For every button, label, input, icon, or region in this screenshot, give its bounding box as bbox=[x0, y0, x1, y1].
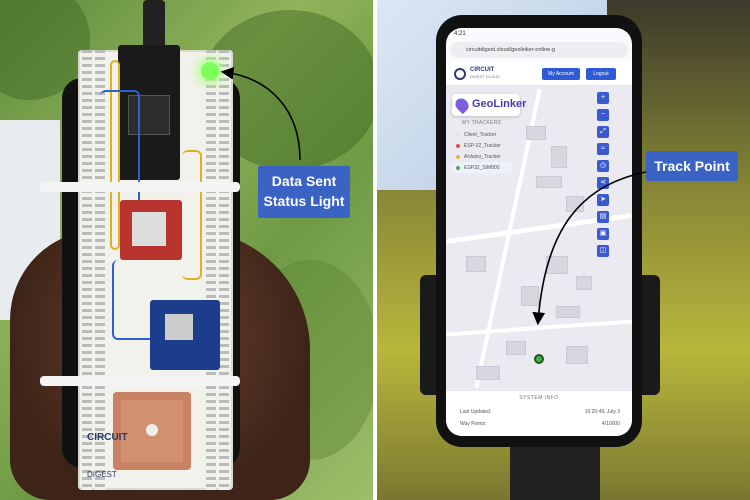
board-logo-title: CIRCUIT bbox=[87, 432, 128, 443]
map-building bbox=[526, 126, 546, 140]
tracker-name: ESP-32_Tracker bbox=[464, 142, 501, 149]
brand-name: CIRCUIT bbox=[470, 67, 495, 73]
tracker-name: Client_Tracker bbox=[464, 131, 497, 138]
phone-stand bbox=[510, 440, 600, 500]
tracker-list: MY TRACKERS Client_Tracker ESP-32_Tracke… bbox=[452, 120, 512, 173]
map-building bbox=[566, 346, 588, 364]
map-building bbox=[536, 176, 562, 188]
zoom-in-icon[interactable]: + bbox=[597, 92, 609, 104]
track-point-marker[interactable] bbox=[534, 354, 544, 364]
breadboard-rail bbox=[206, 50, 216, 490]
map-building bbox=[466, 256, 486, 272]
tracker-item[interactable]: Client_Tracker bbox=[452, 129, 512, 140]
last-updated-value: 16:20:49, July 3 bbox=[584, 409, 620, 415]
map-building bbox=[546, 256, 568, 274]
brand-subtitle: DIGEST CLOUD bbox=[470, 74, 500, 79]
rubber-strap bbox=[40, 182, 240, 192]
map-building bbox=[521, 286, 539, 306]
track-point-callout: Track Point bbox=[646, 151, 738, 181]
way-points-value: 4/10000 bbox=[601, 421, 620, 427]
tracker-color-dot bbox=[456, 132, 460, 137]
history-icon[interactable]: ◷ bbox=[597, 160, 609, 172]
map-road bbox=[446, 319, 632, 337]
url-text: circuitdigest.cloud/geolinker-online-g bbox=[466, 47, 555, 53]
trackers-heading: MY TRACKERS bbox=[462, 120, 502, 126]
tracker-item[interactable]: ESP-32_Tracker bbox=[452, 140, 512, 151]
way-points-row: Way Points: 4/10000 bbox=[460, 421, 620, 427]
layers-icon[interactable]: ▤ bbox=[597, 211, 609, 223]
tracker-color-dot bbox=[456, 143, 460, 148]
geolinker-card: GeoLinker bbox=[452, 94, 526, 116]
breadboard-rail bbox=[82, 50, 92, 490]
last-updated-label: Last Updated: bbox=[460, 409, 492, 415]
image-icon[interactable]: ▣ bbox=[597, 228, 609, 240]
last-updated-row: Last Updated: 16:20:49, July 3 bbox=[460, 409, 620, 415]
sim800-chip bbox=[132, 212, 166, 246]
status-time: 4:21 bbox=[454, 31, 466, 37]
location-pin-icon bbox=[452, 95, 472, 115]
my-account-button[interactable]: My Account bbox=[542, 68, 580, 80]
tracker-name: Arduino_Tracker bbox=[464, 153, 501, 160]
map-building bbox=[476, 366, 500, 380]
fullscreen-icon[interactable]: ⤢ bbox=[597, 126, 609, 138]
share-icon[interactable]: ⋖ bbox=[597, 177, 609, 189]
tracker-color-dot bbox=[456, 165, 460, 170]
map-toolbar: + − ⤢ ≈ ◷ ⋖ ➤ ▤ ▣ ◫ bbox=[597, 92, 609, 262]
navigate-icon[interactable]: ➤ bbox=[597, 194, 609, 206]
map-building bbox=[566, 196, 584, 212]
geolinker-title: GeoLinker bbox=[472, 98, 527, 110]
wire-yellow bbox=[182, 150, 202, 280]
app-header: CIRCUIT DIGEST CLOUD My Account Logout bbox=[446, 62, 632, 86]
tracker-item[interactable]: Arduino_Tracker bbox=[452, 151, 512, 162]
antenna-feed-point bbox=[146, 424, 158, 436]
url-bar[interactable]: circuitdigest.cloud/geolinker-online-g bbox=[450, 42, 628, 58]
composite-photo: CIRCUIT DIGEST CD 4:21 circuitdigest.clo… bbox=[0, 0, 750, 500]
way-points-label: Way Points: bbox=[460, 421, 487, 427]
rubber-strap bbox=[40, 376, 240, 386]
database-icon[interactable]: ◫ bbox=[597, 245, 609, 257]
map-building bbox=[556, 306, 580, 318]
status-bar: 4:21 bbox=[446, 28, 632, 42]
map-building bbox=[551, 146, 567, 168]
map-view[interactable]: GeoLinker MY TRACKERS Client_Tracker ESP… bbox=[446, 86, 632, 391]
system-info-panel: SYSTEM INFO Last Updated: 16:20:49, July… bbox=[446, 391, 632, 436]
board-logo-subtitle: DIGEST bbox=[87, 470, 117, 479]
tracker-color-dot bbox=[456, 154, 460, 159]
phone-screen: 4:21 circuitdigest.cloud/geolinker-onlin… bbox=[446, 28, 632, 436]
tracker-item[interactable]: ESP32_SIM800 bbox=[452, 162, 512, 173]
status-light-callout-text: Data Sent Status Light bbox=[263, 173, 345, 209]
status-led bbox=[201, 62, 219, 80]
status-light-callout: Data Sent Status Light bbox=[258, 166, 350, 218]
route-icon[interactable]: ≈ bbox=[597, 143, 609, 155]
zoom-out-icon[interactable]: − bbox=[597, 109, 609, 121]
map-building bbox=[506, 341, 526, 355]
tracker-name: ESP32_SIM800 bbox=[464, 164, 500, 171]
system-info-title: SYSTEM INFO bbox=[519, 395, 559, 401]
breadboard-rail bbox=[219, 50, 229, 490]
circuit-digest-logo-icon bbox=[454, 68, 466, 80]
gps-chip bbox=[165, 314, 193, 340]
map-building bbox=[576, 276, 592, 290]
logout-button[interactable]: Logout bbox=[586, 68, 616, 80]
